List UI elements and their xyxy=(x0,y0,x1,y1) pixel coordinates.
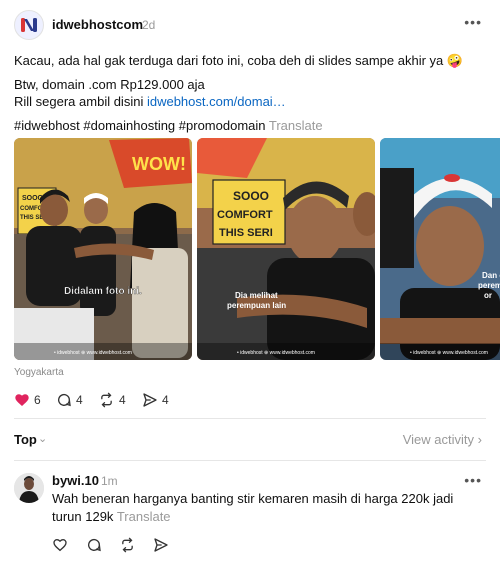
slide-1-caption: Didalam foto ini. xyxy=(64,286,142,297)
post-hashtags[interactable]: #idwebhost #domainhosting #promodomain xyxy=(14,118,266,133)
carousel-slide-1[interactable]: WOW! SOOO COMFORT THIS SER Didalam foto … xyxy=(14,138,192,360)
reply-like-button[interactable] xyxy=(52,535,68,555)
post-header: idwebhostcom 2d ••• xyxy=(14,10,486,40)
repost-count: 4 xyxy=(119,393,126,407)
post-hashtags-line: #idwebhost #domainhosting #promodomain T… xyxy=(14,118,323,133)
translate-button[interactable]: Translate xyxy=(269,118,323,133)
heart-icon xyxy=(53,538,67,552)
avatar[interactable] xyxy=(14,10,44,40)
divider xyxy=(14,460,486,461)
sort-row: Top ⌄ View activity › xyxy=(14,432,486,448)
more-icon[interactable]: ••• xyxy=(464,472,482,488)
avatar[interactable] xyxy=(14,473,44,503)
share-button[interactable]: 4 xyxy=(142,390,169,410)
reply-share-button[interactable] xyxy=(153,535,169,555)
reply-button[interactable]: 4 xyxy=(56,390,83,410)
repost-icon xyxy=(122,537,133,553)
reply-count: 4 xyxy=(76,393,83,407)
comment-icon xyxy=(88,539,101,552)
chevron-right-icon: › xyxy=(477,432,482,447)
slide-2-footer: • idwebhost ⊕ www.idwebhost.com xyxy=(237,350,315,356)
svg-text:COMFORT: COMFORT xyxy=(217,209,273,221)
like-button[interactable]: 6 xyxy=(14,390,41,410)
image-carousel[interactable]: WOW! SOOO COMFORT THIS SER Didalam foto … xyxy=(14,138,500,360)
slide-2-caption-2: perempuan lain xyxy=(227,301,286,310)
carousel-slide-3[interactable]: Dan c perem or • idwebhost ⊕ www.idwebho… xyxy=(380,138,500,360)
post-text-line-3: Rill segera ambil disini idwebhost.com/d… xyxy=(14,94,286,109)
svg-text:THIS SERI: THIS SERI xyxy=(219,227,273,239)
carousel-slide-2[interactable]: SOOO COMFORT THIS SERI Dia melihat perem… xyxy=(197,138,375,360)
post-actions: 6 4 4 4 xyxy=(14,390,314,410)
post-location[interactable]: Yogyakarta xyxy=(14,367,64,378)
share-icon xyxy=(154,538,168,552)
reply-text-body: Wah beneran harganya banting stir kemare… xyxy=(52,491,454,524)
more-icon[interactable]: ••• xyxy=(464,14,482,30)
idwebhost-logo-icon xyxy=(21,18,37,32)
sort-dropdown[interactable]: Top xyxy=(14,432,37,447)
svg-text:perem: perem xyxy=(478,281,500,290)
post-author[interactable]: idwebhostcom xyxy=(52,17,143,32)
reply-comment-button[interactable] xyxy=(86,535,102,555)
slide-2-sign: SOOO xyxy=(233,189,269,203)
share-icon xyxy=(143,393,157,407)
reply-repost-button[interactable] xyxy=(119,535,136,555)
slide-3-footer: • idwebhost ⊕ www.idwebhost.com xyxy=(410,350,488,356)
view-activity-label: View activity xyxy=(402,432,475,447)
slide-3-caption: Dan c xyxy=(482,271,500,280)
reply-author[interactable]: bywi.10 xyxy=(52,473,99,488)
repost-icon xyxy=(101,392,112,408)
divider xyxy=(14,418,486,419)
svg-text:or: or xyxy=(484,291,492,300)
post-text-line-1: Kacau, ada hal gak terduga dari foto ini… xyxy=(14,53,464,68)
heart-icon xyxy=(15,394,29,406)
post-text-line-3-prefix: Rill segera ambil disini xyxy=(14,94,147,109)
slide-1-footer: • idwebhost ⊕ www.idwebhost.com xyxy=(54,350,132,356)
repost-button[interactable]: 4 xyxy=(98,390,126,410)
like-count: 6 xyxy=(34,393,41,407)
post-link[interactable]: idwebhost.com/domai… xyxy=(147,94,286,109)
view-activity-link[interactable]: View activity › xyxy=(403,432,482,447)
post-time: 2d xyxy=(142,18,156,32)
share-count: 4 xyxy=(162,393,169,407)
post-text-line-2: Btw, domain .com Rp129.000 aja xyxy=(14,77,205,92)
slide-1-wow-text: WOW! xyxy=(132,154,186,174)
reply-text: Wah beneran harganya banting stir kemare… xyxy=(52,490,482,526)
reply-actions xyxy=(52,535,212,555)
slide-2-caption-1: Dia melihat xyxy=(235,291,278,300)
comment-icon xyxy=(58,394,71,407)
reply-time: 1m xyxy=(101,474,118,488)
chevron-down-icon[interactable]: ⌄ xyxy=(38,432,47,445)
reply-translate-button[interactable]: Translate xyxy=(117,509,171,524)
